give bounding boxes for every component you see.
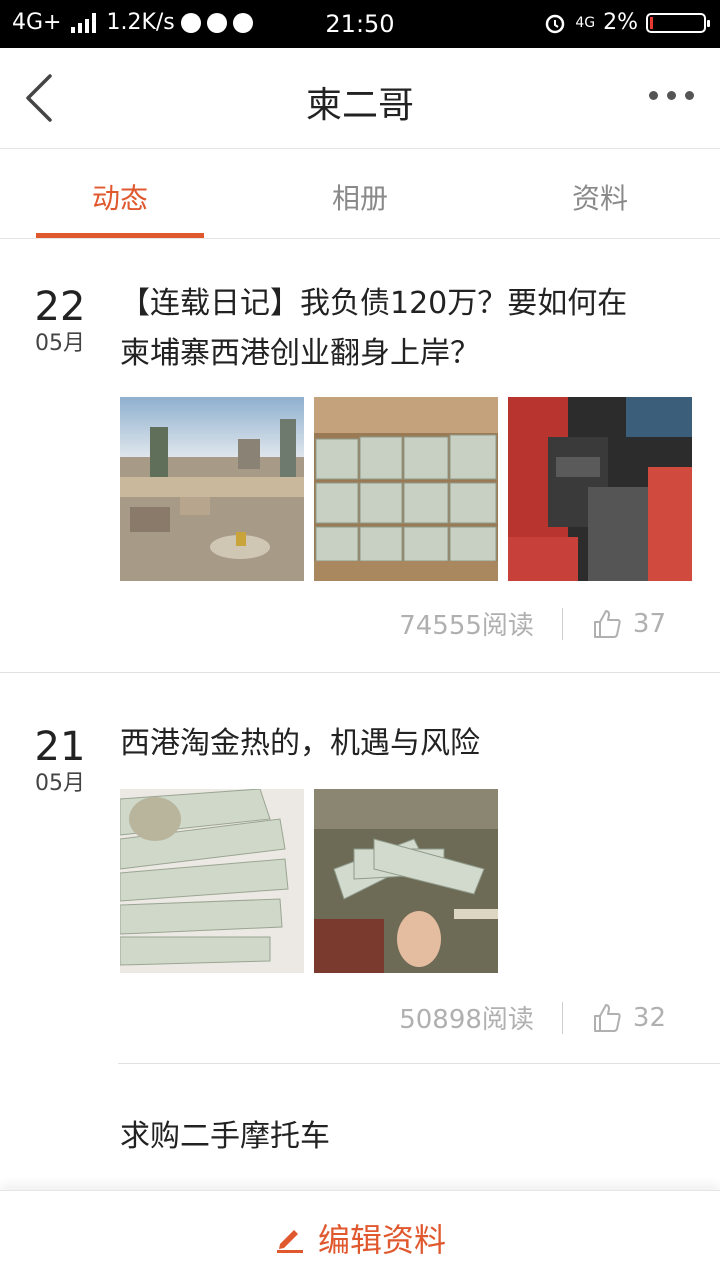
active-tab-indicator bbox=[36, 233, 204, 238]
thumbs-up-icon[interactable] bbox=[591, 608, 623, 640]
read-count: 74555阅读 bbox=[399, 611, 534, 641]
page-title: 柬二哥 bbox=[305, 85, 414, 126]
post-title-line: 西港淘金热的，机遇与风险 bbox=[120, 726, 480, 761]
edit-profile-button[interactable]: 编辑资料 bbox=[0, 1215, 720, 1261]
bottom-bar: 编辑资料 bbox=[0, 1190, 720, 1281]
post-photos bbox=[120, 397, 692, 581]
car-interior-photo[interactable] bbox=[508, 397, 692, 581]
cash-stacks-photo[interactable] bbox=[314, 397, 498, 581]
stats-divider bbox=[561, 607, 563, 640]
pencil-icon bbox=[276, 1230, 303, 1253]
post-stats: 50898阅读 32 bbox=[399, 999, 666, 1036]
post-photos bbox=[120, 789, 498, 973]
post-title[interactable]: 【连载日记】我负债120万？要如何在 柬埔寨西港创业翻身上岸？ bbox=[120, 279, 700, 379]
post-date: 21 05月 bbox=[0, 725, 120, 799]
tab-profile[interactable]: 资料 bbox=[480, 177, 720, 217]
post-title-line: 柬埔寨西港创业翻身上岸？ bbox=[120, 336, 480, 371]
status-right: 4G 2% bbox=[543, 10, 710, 35]
thumbs-up-icon[interactable] bbox=[591, 1002, 623, 1034]
alarm-icon bbox=[546, 14, 565, 33]
city-photo[interactable] bbox=[120, 397, 304, 581]
post-item[interactable]: 22 05月 【连载日记】我负债120万？要如何在 柬埔寨西港创业翻身上岸？ 7… bbox=[0, 239, 720, 673]
network-right-label: 4G bbox=[575, 14, 596, 31]
battery-percent: 2% bbox=[603, 10, 638, 35]
dollar-fan-photo[interactable] bbox=[120, 789, 304, 973]
tab-bar: 动态 相册 资料 bbox=[0, 149, 720, 239]
post-day: 21 bbox=[34, 724, 86, 770]
post-day: 22 bbox=[34, 284, 86, 330]
edit-profile-label: 编辑资料 bbox=[317, 1221, 446, 1259]
post-title-line: 求购二手摩托车 bbox=[120, 1119, 330, 1154]
post-title[interactable]: 求购二手摩托车 bbox=[120, 1112, 700, 1162]
read-count: 50898阅读 bbox=[399, 1005, 534, 1035]
like-count[interactable]: 37 bbox=[633, 609, 666, 639]
nav-bar: 柬二哥 bbox=[0, 48, 720, 149]
post-title[interactable]: 西港淘金热的，机遇与风险 bbox=[120, 719, 700, 769]
post-month: 05月 bbox=[35, 331, 85, 356]
post-stats: 74555阅读 37 bbox=[399, 605, 666, 642]
post-item[interactable]: 求购二手摩托车 bbox=[0, 1064, 720, 1190]
tab-album[interactable]: 相册 bbox=[240, 177, 480, 217]
tab-dynamics[interactable]: 动态 bbox=[0, 177, 240, 217]
status-bar: 4G+ 1.2K/s 21:50 4G 2% bbox=[0, 0, 720, 48]
more-options-icon[interactable] bbox=[649, 91, 694, 100]
stats-divider bbox=[561, 1001, 563, 1034]
post-date: 22 05月 bbox=[0, 285, 120, 359]
battery-icon bbox=[646, 12, 710, 33]
cash-in-hand-photo[interactable] bbox=[314, 789, 498, 973]
post-item[interactable]: 21 05月 西港淘金热的，机遇与风险 50898阅读 32 bbox=[0, 673, 720, 1063]
post-month: 05月 bbox=[35, 771, 85, 796]
post-title-line: 【连载日记】我负债120万？要如何在 bbox=[120, 286, 628, 321]
like-count[interactable]: 32 bbox=[633, 1003, 666, 1033]
